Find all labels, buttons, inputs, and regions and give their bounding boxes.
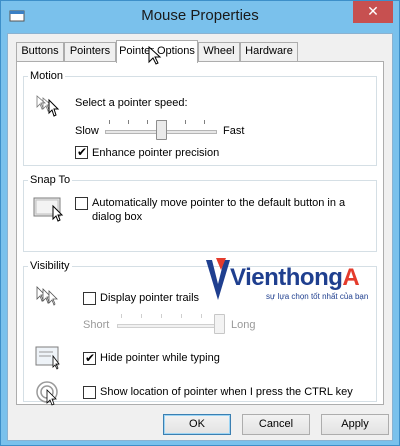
tab-wheel[interactable]: Wheel [198,42,240,61]
trail-tick [181,314,182,318]
window-title: Mouse Properties [141,7,259,24]
cancel-button[interactable]: Cancel [242,414,310,435]
pointer-trails-label: Display pointer trails [100,292,200,304]
pointer-speed-icon [36,95,60,117]
mouse-cursor-icon [148,46,162,65]
speed-tick [147,120,148,124]
hide-pointer-icon [35,346,60,370]
pointer-trails-icon [36,286,58,306]
snap-to-label-line1: Automatically move pointer to the defaul… [92,197,346,209]
trail-length-slider[interactable] [214,314,225,334]
enhance-precision-label: Enhance pointer precision [92,147,220,159]
tab-buttons[interactable]: Buttons [16,42,64,61]
checkmark-icon: ✔ [85,351,96,365]
watermark-brand-main: Vienthong [230,264,343,291]
show-location-checkbox[interactable] [83,386,96,399]
hide-pointer-label: Hide pointer while typing [100,352,220,364]
trail-tick [121,314,122,318]
snap-to-button-icon [33,197,64,222]
dialog-client-area: Buttons Pointers Pointer Options Wheel H… [7,33,393,441]
apply-button[interactable]: Apply [321,414,389,435]
snap-to-group: Snap To [23,173,377,252]
watermark-brand: VienthongA [230,264,360,292]
tab-pointers[interactable]: Pointers [64,42,116,61]
title-bar[interactable]: Mouse Properties ✕ [1,1,399,33]
motion-group-label: Motion [28,69,66,83]
trail-tick [141,314,142,318]
visibility-group-label: Visibility [28,259,72,273]
watermark-brand-accent: A [342,264,360,291]
pointer-trails-checkbox[interactable] [83,292,96,305]
ok-button[interactable]: OK [163,414,231,435]
watermark-tagline: sự lựa chọn tốt nhất của bạn [266,292,369,301]
snap-to-checkbox[interactable] [75,197,88,210]
long-label: Long [231,319,256,331]
slow-label: Slow [75,125,99,137]
pointer-speed-slider[interactable] [155,120,167,140]
speed-tick [185,120,186,124]
tab-hardware[interactable]: Hardware [240,42,298,61]
speed-tick [128,120,129,124]
snap-to-label-line2: dialog box [92,211,143,223]
short-label: Short [83,319,110,331]
close-button[interactable]: ✕ [353,1,393,23]
pointer-speed-prompt: Select a pointer speed: [75,97,188,109]
show-location-label: Show location of pointer when I press th… [100,386,353,398]
pointer-location-icon [36,381,58,406]
snap-to-group-label: Snap To [28,173,73,187]
mouse-properties-window: Mouse Properties ✕ Buttons Pointers Poin… [0,0,400,446]
speed-tick [204,120,205,124]
pointer-options-panel: Motion Select a pointer speed: Slow Fast [16,61,384,406]
close-icon: ✕ [367,3,379,19]
trail-tick [161,314,162,318]
trail-length-track[interactable] [117,324,225,328]
speed-tick [109,120,110,124]
trail-tick [201,314,202,318]
fast-label: Fast [223,125,245,137]
hide-pointer-checkbox[interactable]: ✔ [83,351,96,365]
enhance-precision-checkbox[interactable]: ✔ [75,145,88,159]
checkmark-icon: ✔ [77,145,88,159]
